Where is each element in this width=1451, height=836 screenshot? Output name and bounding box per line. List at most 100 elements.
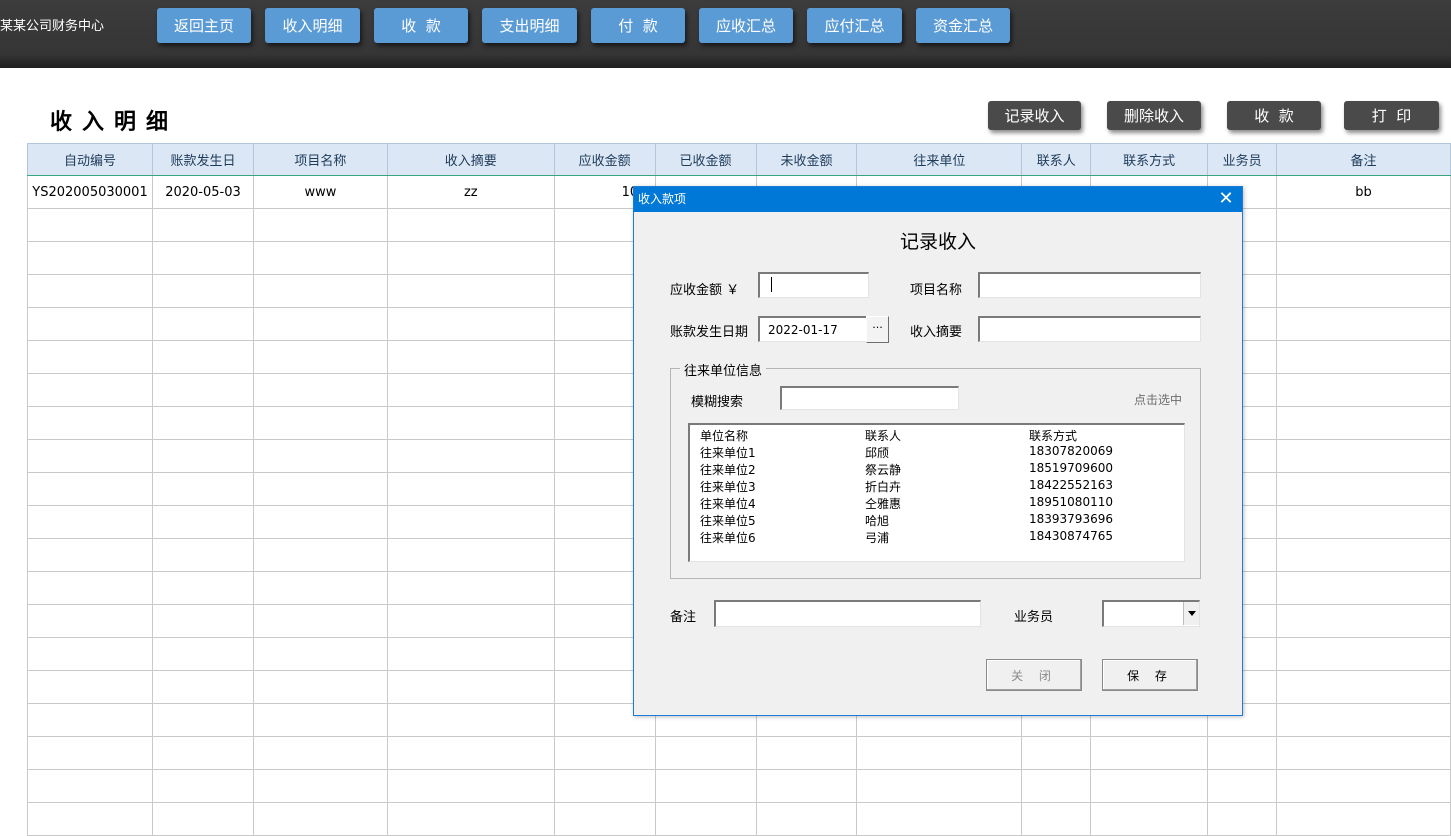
record-income-button[interactable]: 记录收入 xyxy=(988,101,1081,130)
table-cell[interactable] xyxy=(252,736,388,770)
table-cell[interactable] xyxy=(27,604,153,638)
table-cell[interactable] xyxy=(386,274,555,308)
table-cell[interactable] xyxy=(151,307,254,341)
table-cell[interactable] xyxy=(386,208,555,242)
table-cell[interactable] xyxy=(27,571,153,605)
table-cell[interactable] xyxy=(151,637,254,671)
table-cell[interactable] xyxy=(27,373,153,407)
table-cell[interactable] xyxy=(151,274,254,308)
table-cell[interactable] xyxy=(151,571,254,605)
table-cell[interactable] xyxy=(27,670,153,704)
table-cell[interactable] xyxy=(1276,538,1451,572)
table-cell[interactable] xyxy=(856,769,1023,803)
table-cell[interactable] xyxy=(386,604,555,638)
table-cell[interactable] xyxy=(1276,472,1451,506)
table-cell[interactable] xyxy=(553,769,656,803)
table-cell[interactable] xyxy=(386,439,555,473)
table-cell[interactable] xyxy=(252,373,388,407)
table-cell[interactable] xyxy=(386,505,555,539)
column-header[interactable]: 应收金额 xyxy=(553,143,656,176)
print-button[interactable]: 打 印 xyxy=(1344,101,1439,130)
table-cell[interactable] xyxy=(654,802,757,836)
table-cell[interactable] xyxy=(386,538,555,572)
table-cell[interactable] xyxy=(252,241,388,275)
list-item[interactable]: 往来单位4 仝雅惠 18951080110 xyxy=(690,495,1180,512)
receive-button[interactable]: 收 款 xyxy=(1227,101,1321,130)
table-cell[interactable] xyxy=(252,307,388,341)
table-cell[interactable] xyxy=(252,439,388,473)
table-cell[interactable] xyxy=(27,769,153,803)
delete-income-button[interactable]: 删除收入 xyxy=(1107,101,1201,130)
table-row[interactable] xyxy=(27,769,1451,803)
close-icon[interactable]: ✕ xyxy=(1216,187,1236,212)
salesperson-select[interactable] xyxy=(1102,600,1200,627)
table-cell[interactable] xyxy=(856,736,1023,770)
table-cell[interactable] xyxy=(1276,307,1451,341)
table-cell[interactable] xyxy=(151,670,254,704)
table-cell[interactable] xyxy=(151,373,254,407)
table-cell[interactable] xyxy=(1021,802,1092,836)
table-cell[interactable] xyxy=(151,703,254,737)
table-cell[interactable] xyxy=(252,505,388,539)
table-cell[interactable] xyxy=(252,769,388,803)
table-cell[interactable] xyxy=(252,571,388,605)
table-cell[interactable] xyxy=(1276,439,1451,473)
table-cell[interactable] xyxy=(252,670,388,704)
table-cell[interactable]: zz xyxy=(386,175,555,209)
table-cell[interactable] xyxy=(1276,802,1451,836)
table-cell[interactable] xyxy=(386,241,555,275)
table-cell[interactable] xyxy=(151,538,254,572)
table-cell[interactable] xyxy=(27,406,153,440)
table-cell[interactable] xyxy=(27,703,153,737)
project-name-field[interactable] xyxy=(978,272,1201,298)
table-cell[interactable] xyxy=(1021,769,1092,803)
list-item[interactable]: 往来单位5 哈旭 18393793696 xyxy=(690,512,1180,529)
column-header[interactable]: 项目名称 xyxy=(252,143,388,176)
table-cell[interactable] xyxy=(1276,340,1451,374)
table-cell[interactable] xyxy=(386,307,555,341)
table-cell[interactable] xyxy=(151,736,254,770)
table-cell[interactable] xyxy=(252,802,388,836)
table-cell[interactable] xyxy=(252,340,388,374)
column-header[interactable]: 往来单位 xyxy=(856,143,1023,176)
table-cell[interactable] xyxy=(27,472,153,506)
table-cell[interactable] xyxy=(386,637,555,671)
table-cell[interactable] xyxy=(27,802,153,836)
remark-field[interactable] xyxy=(714,600,981,627)
table-cell[interactable] xyxy=(252,208,388,242)
table-cell[interactable] xyxy=(151,340,254,374)
table-cell[interactable] xyxy=(755,736,858,770)
table-cell[interactable] xyxy=(1207,736,1278,770)
list-item[interactable]: 往来单位1 邱颀 18307820069 xyxy=(690,444,1180,461)
table-cell[interactable] xyxy=(252,637,388,671)
table-cell[interactable] xyxy=(27,307,153,341)
table-cell[interactable] xyxy=(1090,802,1209,836)
date-picker-button[interactable]: ··· xyxy=(866,316,889,343)
list-item[interactable]: 往来单位3 折白卉 18422552163 xyxy=(690,478,1180,495)
table-cell[interactable] xyxy=(151,769,254,803)
table-cell[interactable] xyxy=(386,769,555,803)
column-header[interactable]: 收入摘要 xyxy=(386,143,555,176)
table-cell[interactable]: bb xyxy=(1276,175,1451,209)
table-cell[interactable] xyxy=(27,340,153,374)
list-item[interactable]: 往来单位6 弓浦 18430874765 xyxy=(690,529,1180,546)
counterparty-list[interactable]: 单位名称 联系人 联系方式 往来单位1 邱颀 18307820069 往来单位2… xyxy=(688,423,1185,562)
table-cell[interactable] xyxy=(1090,769,1209,803)
table-cell[interactable] xyxy=(1276,373,1451,407)
table-cell[interactable] xyxy=(27,439,153,473)
table-cell[interactable] xyxy=(1276,604,1451,638)
nav-expense-detail-button[interactable]: 支出明细 xyxy=(482,8,577,43)
nav-receive-button[interactable]: 收 款 xyxy=(374,8,468,43)
close-button[interactable]: 关 闭 xyxy=(986,659,1082,691)
table-cell[interactable] xyxy=(386,373,555,407)
column-header[interactable]: 联系人 xyxy=(1021,143,1092,176)
table-cell[interactable] xyxy=(856,802,1023,836)
column-header[interactable]: 自动编号 xyxy=(27,143,153,176)
table-cell[interactable] xyxy=(1276,208,1451,242)
table-cell[interactable] xyxy=(386,571,555,605)
table-cell[interactable] xyxy=(1276,637,1451,671)
column-header[interactable]: 已收金额 xyxy=(654,143,757,176)
nav-payable-summary-button[interactable]: 应付汇总 xyxy=(807,8,902,43)
nav-home-button[interactable]: 返回主页 xyxy=(157,8,251,43)
table-cell[interactable]: www xyxy=(252,175,388,209)
